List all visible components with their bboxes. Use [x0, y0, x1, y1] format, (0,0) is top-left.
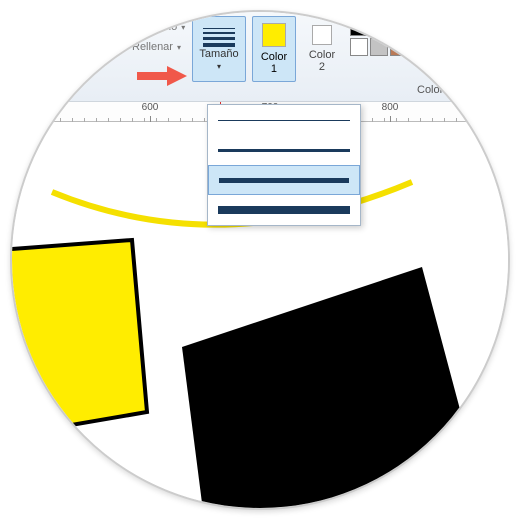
palette-swatch[interactable] — [450, 18, 468, 36]
colors-group-label: Colores — [417, 84, 455, 96]
black-polygon — [182, 267, 482, 510]
size-dropdown — [207, 104, 361, 226]
size-button[interactable]: Tamaño ▾ — [192, 16, 246, 82]
attention-arrow-icon — [137, 64, 187, 88]
shapes-group-label: Formas — [40, 84, 77, 96]
palette-swatch[interactable] — [350, 38, 368, 56]
color2-swatch — [312, 25, 332, 45]
ruler-tick: 800 — [380, 102, 400, 113]
color2-label: Color2 — [309, 49, 335, 73]
ruler-tick: 600 — [140, 102, 160, 113]
ruler-tick: 500 — [20, 102, 40, 113]
palette-swatch[interactable] — [430, 18, 448, 36]
chevron-down-icon: ▾ — [177, 43, 181, 52]
app-window: Contorno ▾ Rellenar ▾ Tamaño ▾ Color1 Co… — [10, 10, 510, 510]
size-option-8px[interactable] — [208, 195, 360, 225]
fill-option[interactable]: Rellenar ▾ — [114, 40, 181, 54]
shape-rounded-rect-icon[interactable] — [32, 17, 50, 31]
size-label: Tamaño — [199, 49, 238, 60]
size-lines-icon — [203, 28, 235, 47]
bucket-icon — [114, 40, 128, 54]
palette-swatch[interactable] — [370, 18, 388, 36]
palette-swatch[interactable] — [410, 38, 428, 56]
size-option-5px[interactable] — [208, 165, 360, 195]
shapes-gallery[interactable] — [32, 17, 94, 49]
shape-arrow-right-icon[interactable] — [32, 35, 50, 49]
shape-polygon-icon[interactable] — [54, 17, 72, 31]
palette-swatch[interactable] — [430, 38, 448, 56]
palette-swatch[interactable] — [390, 18, 408, 36]
color2-button[interactable]: Color2 — [302, 16, 342, 82]
outline-option[interactable]: Contorno ▾ — [114, 20, 185, 34]
color-palette[interactable] — [350, 18, 468, 56]
size-option-1px[interactable] — [208, 105, 360, 135]
color1-swatch — [262, 23, 286, 47]
shape-cloud-icon[interactable] — [76, 17, 94, 31]
color1-label: Color1 — [261, 51, 287, 75]
palette-swatch[interactable] — [350, 18, 368, 36]
size-option-3px[interactable] — [208, 135, 360, 165]
outline-label: Contorno — [132, 21, 177, 33]
shape-star-icon[interactable] — [54, 35, 72, 49]
chevron-down-icon: ▾ — [181, 23, 185, 32]
ribbon: Contorno ▾ Rellenar ▾ Tamaño ▾ Color1 Co… — [12, 12, 508, 102]
shape-heart-icon[interactable] — [76, 35, 94, 49]
outline-icon — [114, 20, 128, 34]
ruler-tick: 900 — [482, 102, 502, 113]
color1-button[interactable]: Color1 — [252, 16, 296, 82]
chevron-down-icon: ▾ — [217, 62, 221, 71]
palette-swatch[interactable] — [450, 38, 468, 56]
yellow-polygon — [12, 240, 147, 442]
fill-label: Rellenar — [132, 41, 173, 53]
palette-swatch[interactable] — [390, 38, 408, 56]
palette-swatch[interactable] — [370, 38, 388, 56]
palette-swatch[interactable] — [410, 18, 428, 36]
